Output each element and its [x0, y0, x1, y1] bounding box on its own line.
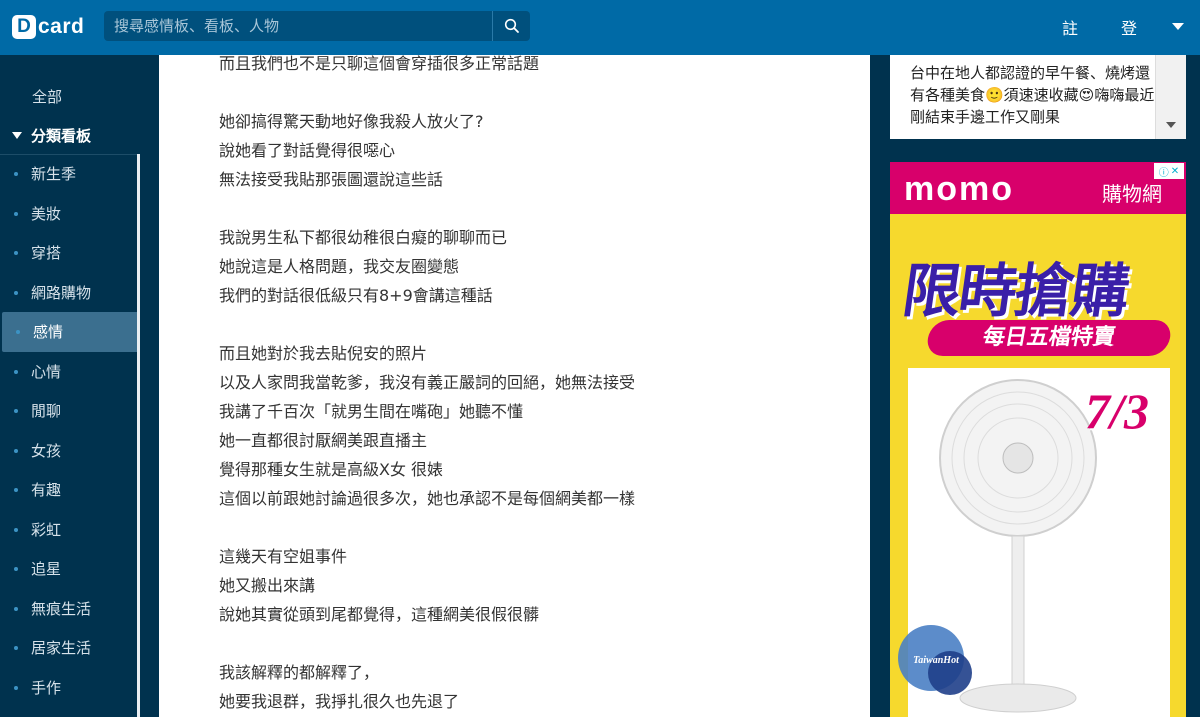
watermark-label: TaiwanHot: [913, 655, 959, 666]
bullet-icon: [14, 606, 18, 611]
ad-brand-bar: momo 購物網: [890, 162, 1186, 214]
recommend-text: 台中在地人都認證的早午餐、燒烤還有各種美食🙂須速速收藏😍嗨嗨最近剛結束手邊工作又…: [910, 64, 1155, 126]
register-link[interactable]: 註: [1062, 15, 1078, 39]
sidebar-item-label: 美妝: [31, 204, 62, 223]
scroll-down-arrow-icon[interactable]: [1166, 122, 1176, 128]
bullet-icon: [14, 448, 18, 453]
logo-text: card: [38, 15, 85, 38]
sidebar-item-active[interactable]: 感情: [2, 312, 140, 352]
article-line: 她又搬出來講: [219, 576, 316, 595]
bullet-icon: [16, 330, 20, 334]
bullet-icon: [14, 527, 18, 532]
sidebar-item[interactable]: 手作: [0, 668, 140, 708]
ad-choices-icon[interactable]: ⓘ ✕: [1154, 163, 1184, 179]
search-icon: [504, 18, 519, 33]
sidebar-item-label: 閒聊: [31, 402, 62, 421]
ad-brand-logo: momo: [904, 170, 1014, 208]
recommend-scrollbar[interactable]: [1155, 55, 1186, 139]
sidebar-item[interactable]: 新生季: [0, 154, 140, 194]
article-line: 說她看了對話覺得很噁心: [219, 141, 396, 160]
sidebar-item[interactable]: 追星: [0, 549, 140, 589]
sidebar-board-list: 新生季 美妝 穿搭 網路購物 感情 心情 閒聊 女孩 有趣 彩虹 追星 無痕生活…: [0, 154, 140, 707]
sidebar-item-label: 彩虹: [31, 520, 62, 539]
search-button[interactable]: [492, 11, 530, 41]
article-line: 這個以前跟她討論過很多次，她也承認不是每個網美都一樣: [219, 489, 636, 508]
ad-date: 7/3: [1085, 383, 1149, 439]
sidebar-item-label: 追星: [31, 560, 62, 579]
sidebar-item[interactable]: 女孩: [0, 431, 140, 471]
sidebar-item-label: 新生季: [31, 165, 77, 184]
article-line: 而且她對於我去貼倪安的照片: [219, 344, 428, 363]
article-line: 她卻搞得驚天動地好像我殺人放火了?: [219, 112, 484, 131]
dcard-logo[interactable]: D card: [12, 13, 84, 41]
bullet-icon: [14, 172, 18, 176]
sidebar-item-label: 穿搭: [31, 244, 62, 263]
bullet-icon: [14, 567, 18, 571]
ad-ribbon: 每日五檔特賣: [924, 320, 1174, 356]
article-line: 她說這是人格問題，我交友圈變態: [219, 257, 460, 276]
sidebar-item[interactable]: 穿搭: [0, 233, 140, 273]
bullet-icon: [14, 646, 18, 650]
sidebar-item-label: 有趣: [31, 481, 62, 500]
sidebar-item-label: 居家生活: [31, 639, 92, 658]
article-line: 我們的對話很低級只有8+9會講這種話: [219, 286, 493, 305]
bullet-icon: [14, 409, 18, 413]
article-line: 她要我退群，我掙扎很久也先退了: [219, 692, 460, 711]
article-panel: 而且我們也不是只聊這個會穿插很多正常話題 她卻搞得驚天動地好像我殺人放火了? 說…: [159, 55, 870, 717]
recommend-frame[interactable]: 台中在地人都認證的早午餐、燒烤還有各種美食🙂須速速收藏😍嗨嗨最近剛結束手邊工作又…: [890, 55, 1186, 139]
bullet-icon: [14, 251, 18, 255]
sidebar-item[interactable]: 彩虹: [0, 510, 140, 550]
chevron-down-icon[interactable]: [1172, 23, 1184, 30]
sidebar-category-toggle[interactable]: 分類看板: [12, 125, 91, 146]
article-line: 她一直都很討厭網美跟直播主: [219, 431, 428, 450]
article-body: 而且我們也不是只聊這個會穿插很多正常話題 她卻搞得驚天動地好像我殺人放火了? 說…: [219, 55, 839, 716]
bullet-icon: [14, 685, 18, 690]
sidebar-item[interactable]: 有趣: [0, 470, 140, 510]
triangle-down-icon: [12, 132, 22, 139]
sidebar-item[interactable]: 居家生活: [0, 628, 140, 668]
login-link[interactable]: 登: [1121, 15, 1137, 39]
sidebar-item[interactable]: 心情: [0, 352, 140, 392]
article-line: 我講了千百次「就男生間在嘴砲」她聽不懂: [219, 402, 524, 421]
sidebar-item[interactable]: 網路購物: [0, 273, 140, 313]
article-line: 我該解釋的都解釋了，: [219, 663, 380, 682]
article-line: 覺得那種女生就是高級X女 很婊: [219, 460, 444, 479]
bullet-icon: [14, 369, 18, 374]
info-icon: ⓘ: [1158, 167, 1169, 179]
bullet-icon: [14, 290, 18, 295]
logo-mark: D: [12, 15, 36, 39]
article-line: 說她其實從頭到尾都覺得，這種網美很假很髒: [219, 605, 540, 624]
search-bar: [104, 11, 530, 41]
sidebar-item-label: 手作: [31, 678, 62, 697]
sidebar-item[interactable]: 無痕生活: [0, 589, 140, 629]
ad-headline: 限時搶購: [898, 257, 1133, 325]
close-icon[interactable]: ✕: [1171, 166, 1179, 177]
article-line: 以及人家問我當乾爹，我沒有義正嚴詞的回絕，她無法接受: [219, 373, 636, 392]
bullet-icon: [14, 211, 18, 216]
search-input[interactable]: [104, 11, 492, 41]
sidebar-item[interactable]: 美妝: [0, 194, 140, 234]
sidebar-item-label: 感情: [33, 323, 64, 342]
article-line: 無法接受我貼那張圖還說這些話: [219, 170, 444, 189]
article-line: 而且我們也不是只聊這個會穿插很多正常話題: [219, 55, 540, 73]
sidebar-item-label: 心情: [31, 362, 62, 381]
sidebar-category-label: 分類看板: [31, 127, 92, 145]
article-line: 我說男生私下都很幼稚很白癡的聊聊而已: [219, 228, 508, 247]
top-header: D card 註 登: [0, 0, 1200, 55]
sidebar: 全部 分類看板 新生季 美妝 穿搭 網路購物 感情 心情 閒聊 女孩 有趣 彩虹…: [0, 55, 158, 717]
ad-brand-suffix: 購物網: [1102, 182, 1162, 206]
sidebar-item-label: 無痕生活: [31, 599, 92, 618]
bullet-icon: [14, 488, 18, 492]
sidebar-scrollbar[interactable]: [137, 154, 140, 717]
article-line: 這幾天有空姐事件: [219, 547, 348, 566]
sidebar-item-all[interactable]: 全部: [32, 86, 62, 107]
sidebar-item-label: 網路購物: [31, 283, 92, 302]
sidebar-item-label: 女孩: [31, 441, 62, 460]
sidebar-item[interactable]: 閒聊: [0, 391, 140, 431]
